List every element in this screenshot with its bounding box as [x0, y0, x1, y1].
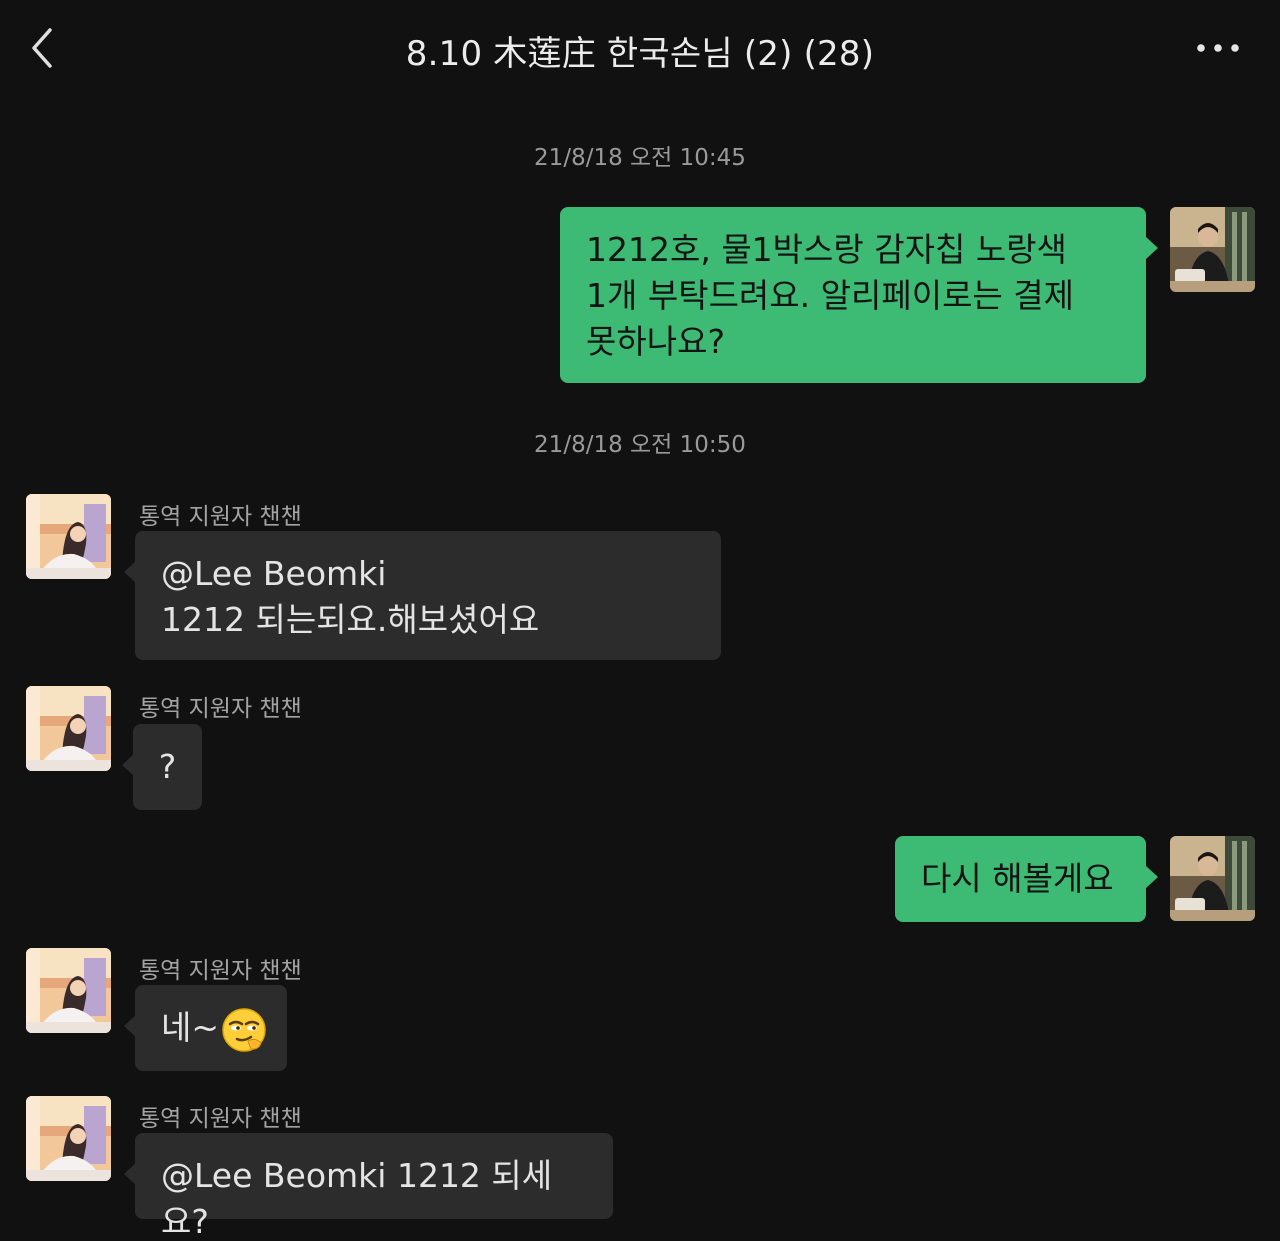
- smirk-emoji-icon: [221, 1007, 267, 1053]
- outgoing-message-bubble[interactable]: 1212호, 물1박스랑 감자칩 노랑색 1개 부탁드려요. 알리페이로는 결제…: [560, 207, 1158, 383]
- message-line: 못하나요?: [586, 322, 725, 361]
- sender-name: 통역 지원자 챈챈: [139, 958, 302, 984]
- more-horizontal-icon[interactable]: [1194, 30, 1244, 66]
- message-line: 다시 해볼게요: [921, 859, 1114, 898]
- timestamp: 21/8/18 오전 10:50: [534, 432, 746, 458]
- timestamp: 21/8/18 오전 10:45: [534, 145, 746, 171]
- outgoing-message-bubble[interactable]: 다시 해볼게요: [895, 836, 1158, 922]
- sender-name: 통역 지원자 챈챈: [139, 696, 302, 722]
- my-avatar[interactable]: [1170, 207, 1255, 292]
- message-line: 1개 부탁드려요. 알리페이로는 결제: [586, 276, 1074, 315]
- contact-avatar[interactable]: [26, 948, 111, 1033]
- incoming-message-bubble[interactable]: 네~: [124, 985, 287, 1071]
- chat-screen: 8.10 木莲庄 한국손님 (2) (28) 21/8/18 오전 10:45 …: [0, 0, 1280, 1241]
- incoming-message-bubble[interactable]: @Lee Beomki 1212 되세요?: [124, 1133, 613, 1241]
- message-line: 1212 되는되요.해보셨어요: [161, 600, 540, 639]
- sender-name: 통역 지원자 챈챈: [139, 1106, 302, 1132]
- message-line: @Lee Beomki 1212 되세요?: [161, 1156, 553, 1241]
- contact-avatar[interactable]: [26, 1096, 111, 1181]
- sender-name: 통역 지원자 챈챈: [139, 504, 302, 530]
- chat-title: 8.10 木莲庄 한국손님 (2) (28): [405, 34, 875, 74]
- contact-avatar[interactable]: [26, 686, 111, 771]
- message-line: ?: [158, 747, 177, 786]
- message-line: @Lee Beomki: [161, 554, 387, 593]
- incoming-message-bubble[interactable]: @Lee Beomki 1212 되는되요.해보셨어요: [124, 531, 721, 660]
- my-avatar[interactable]: [1170, 836, 1255, 921]
- message-line: 1212호, 물1박스랑 감자칩 노랑색: [586, 230, 1067, 269]
- contact-avatar[interactable]: [26, 494, 111, 579]
- incoming-message-bubble[interactable]: ?: [122, 724, 202, 810]
- message-line: 네~: [161, 1008, 220, 1047]
- chat-header: 8.10 木莲庄 한국손님 (2) (28): [0, 0, 1280, 96]
